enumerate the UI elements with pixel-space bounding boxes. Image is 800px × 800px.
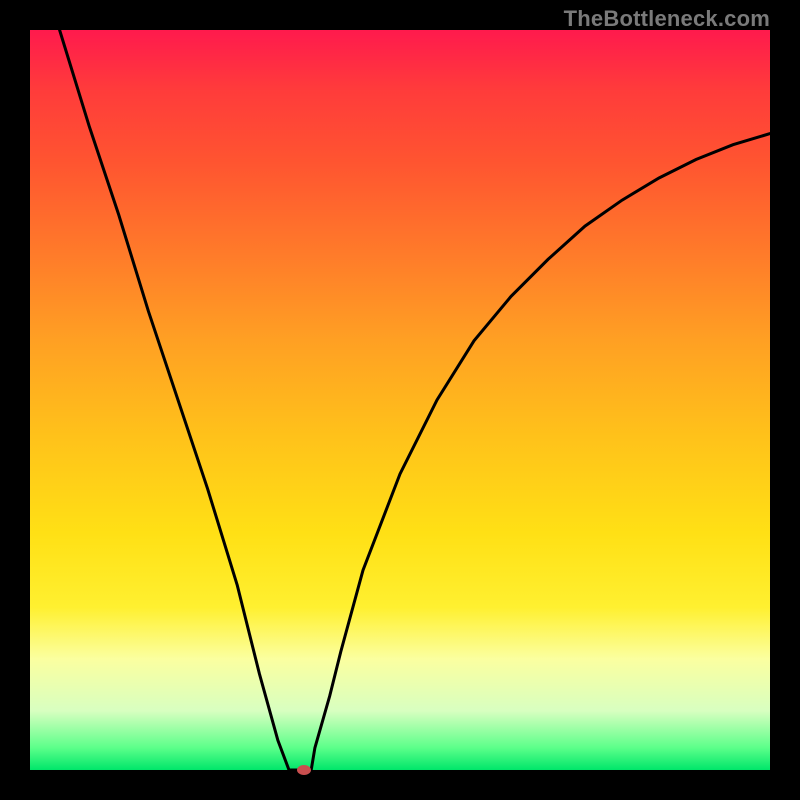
- plot-area: [30, 30, 770, 770]
- optimum-marker: [297, 765, 311, 775]
- chart-container: TheBottleneck.com: [0, 0, 800, 800]
- watermark-text: TheBottleneck.com: [564, 6, 770, 32]
- curve-svg: [30, 30, 770, 770]
- bottleneck-curve: [60, 30, 770, 770]
